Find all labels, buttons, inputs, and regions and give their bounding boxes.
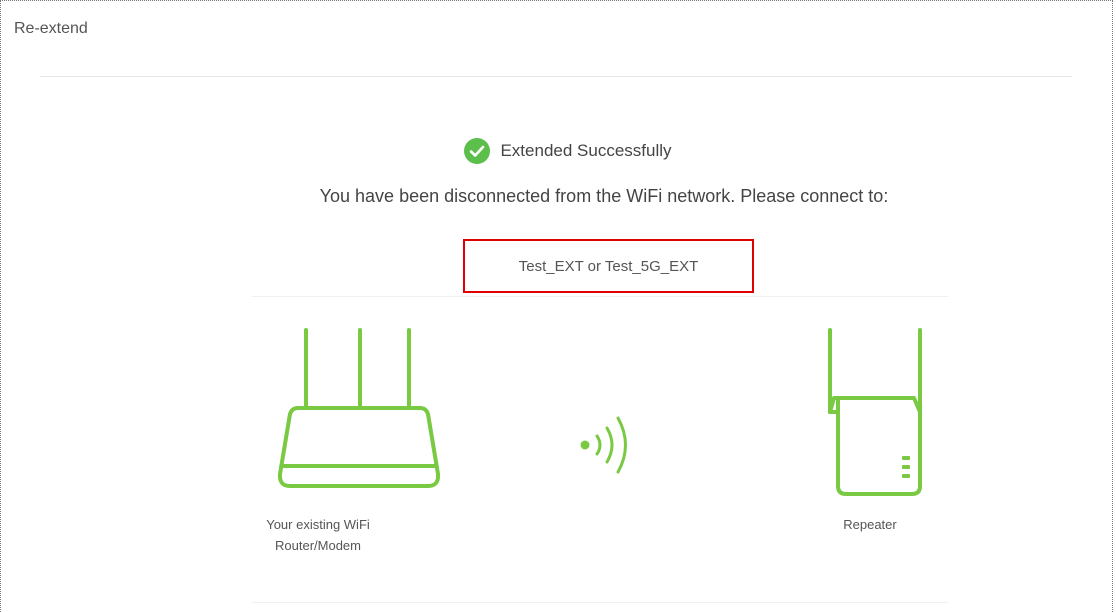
- wifi-signal-icon: [580, 416, 627, 474]
- ssid-highlight-box: Test_EXT or Test_5G_EXT: [463, 239, 754, 293]
- repeater-label: Repeater: [843, 517, 897, 532]
- router-label: Your existing WiFi Router/Modem: [248, 514, 388, 556]
- header-divider: [40, 76, 1072, 77]
- re-extend-link[interactable]: Re-extend: [14, 20, 88, 38]
- check-circle-icon: [464, 138, 491, 164]
- success-status: Extended Successfully: [0, 138, 1116, 164]
- ssid-text: Test_EXT or Test_5G_EXT: [518, 257, 699, 275]
- disconnect-message: You have been disconnected from the WiFi…: [319, 186, 889, 206]
- success-text: Extended Successfully: [500, 141, 672, 160]
- router-label-line2: Router/Modem: [275, 538, 361, 553]
- router-body-icon: [277, 328, 441, 488]
- repeater-icon: [828, 328, 922, 496]
- router-label-line1: Your existing WiFi: [266, 517, 370, 532]
